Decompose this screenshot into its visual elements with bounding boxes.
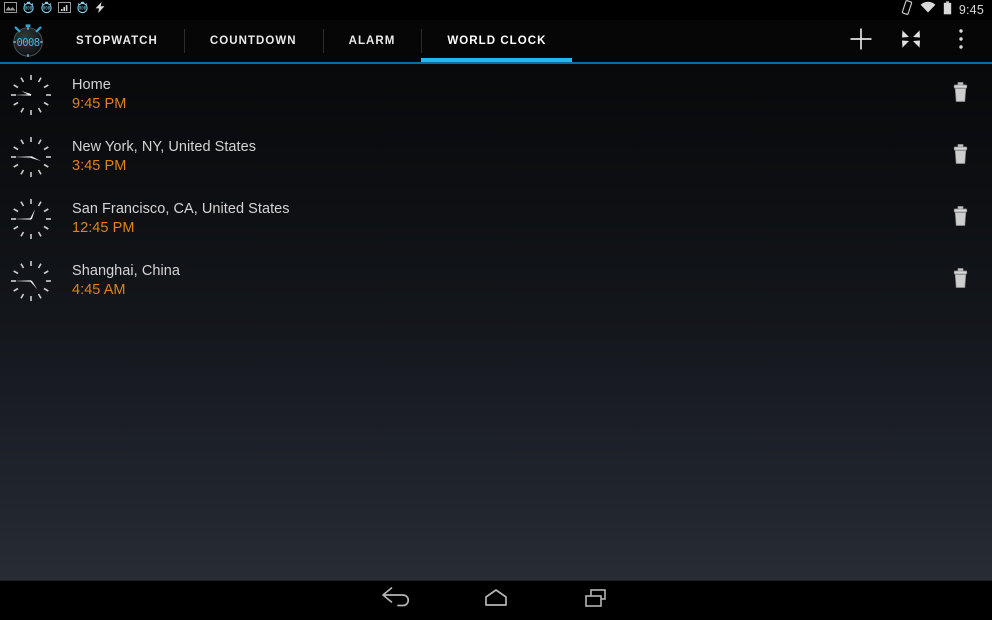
overflow-menu-button[interactable]	[936, 20, 986, 62]
app-logo-stopwatch-icon[interactable]: 0008	[6, 20, 50, 62]
android-navigation-bar	[0, 580, 992, 620]
world-clock-row-home[interactable]: Home 9:45 PM	[0, 64, 992, 126]
clock-app-window: 000 000 000 9:45 0008 STOPWATCH COUNTDOW…	[0, 0, 992, 620]
trash-icon	[951, 267, 970, 295]
city-name: Home	[72, 77, 111, 93]
delete-city-button[interactable]	[940, 196, 980, 242]
stopwatch-notification-icon-3: 000	[76, 1, 89, 19]
trash-icon	[951, 143, 970, 171]
delete-city-button[interactable]	[940, 72, 980, 118]
world-clock-row-text: Shanghai, China 4:45 AM	[72, 263, 180, 299]
nav-home-button[interactable]	[446, 580, 546, 620]
tab-stopwatch-label: STOPWATCH	[76, 35, 158, 47]
plus-icon	[848, 26, 874, 57]
tab-world-clock[interactable]: WORLD CLOCK	[421, 20, 573, 62]
analog-clock-icon	[8, 258, 54, 304]
back-arrow-icon	[379, 586, 413, 615]
city-time: 9:45 PM	[72, 96, 127, 112]
status-bar: 000 000 000 9:45	[0, 0, 992, 20]
tab-bar: STOPWATCH COUNTDOWN ALARM WORLD CLOCK	[50, 20, 573, 62]
world-clock-list: Home 9:45 PM New York, NY, United States…	[0, 64, 992, 580]
world-clock-row-shanghai[interactable]: Shanghai, China 4:45 AM	[0, 250, 992, 312]
stopwatch-notification-icon: 000	[22, 1, 35, 19]
battery-icon	[943, 0, 952, 20]
tab-countdown-label: COUNTDOWN	[209, 35, 297, 47]
city-name: San Francisco, CA, United States	[72, 201, 290, 217]
world-clock-row-text: Home 9:45 PM	[72, 77, 126, 113]
city-time: 4:45 AM	[72, 282, 126, 298]
city-time: 12:45 PM	[72, 220, 135, 236]
tab-world-clock-label: WORLD CLOCK	[447, 35, 547, 47]
status-bar-right-icons: 9:45	[901, 0, 992, 20]
city-name: New York, NY, United States	[72, 139, 257, 155]
analog-clock-icon	[8, 134, 54, 180]
world-clock-row-san-francisco[interactable]: San Francisco, CA, United States 12:45 P…	[0, 188, 992, 250]
fullscreen-button[interactable]	[886, 20, 936, 62]
status-bar-clock: 9:45	[958, 3, 984, 17]
tab-countdown[interactable]: COUNTDOWN	[183, 20, 323, 62]
stopwatch-notification-icon-2: 000	[40, 1, 53, 19]
signal-bars-icon	[58, 1, 71, 19]
analog-clock-icon	[8, 72, 54, 118]
nav-back-button[interactable]	[346, 580, 446, 620]
tab-alarm-label: ALARM	[348, 35, 396, 47]
expand-icon	[899, 27, 923, 56]
add-city-button[interactable]	[836, 20, 886, 62]
vibrate-icon	[901, 0, 913, 20]
city-name: Shanghai, China	[72, 263, 180, 279]
action-bar: 0008 STOPWATCH COUNTDOWN ALARM WORLD CLO…	[0, 20, 992, 62]
more-vertical-icon	[958, 28, 964, 55]
status-bar-left-icons: 000 000 000	[0, 1, 106, 19]
trash-icon	[951, 81, 970, 109]
screenshot-icon	[4, 1, 17, 19]
home-icon	[479, 586, 513, 615]
app-logo-digits: 0008	[17, 37, 40, 49]
nav-recents-button[interactable]	[546, 580, 646, 620]
analog-clock-icon	[8, 196, 54, 242]
city-time: 3:45 PM	[72, 158, 127, 174]
recents-icon	[579, 586, 613, 615]
world-clock-row-text: New York, NY, United States 3:45 PM	[72, 139, 256, 175]
svg-text:000: 000	[43, 6, 51, 11]
trash-icon	[951, 205, 970, 233]
world-clock-row-new-york[interactable]: New York, NY, United States 3:45 PM	[0, 126, 992, 188]
wifi-icon	[920, 1, 936, 19]
action-bar-actions	[836, 20, 992, 62]
svg-text:000: 000	[25, 6, 33, 11]
world-clock-row-text: San Francisco, CA, United States 12:45 P…	[72, 201, 290, 237]
tab-stopwatch[interactable]: STOPWATCH	[50, 20, 184, 62]
delete-city-button[interactable]	[940, 258, 980, 304]
tab-alarm[interactable]: ALARM	[322, 20, 422, 62]
svg-text:000: 000	[79, 6, 87, 11]
delete-city-button[interactable]	[940, 134, 980, 180]
charging-bolt-icon	[94, 1, 106, 19]
